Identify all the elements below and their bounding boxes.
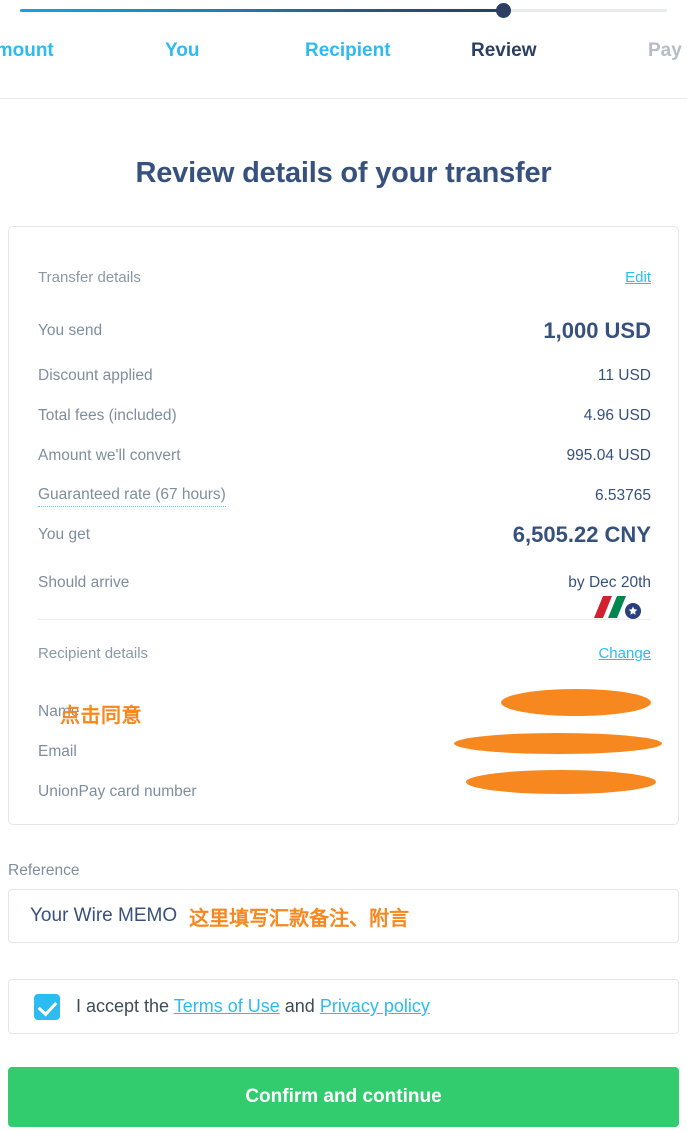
row-label: Amount we'll convert — [38, 447, 181, 464]
row-label: Email — [38, 743, 77, 760]
terms-middle: and — [279, 996, 320, 1016]
transfer-details-header: Transfer details Edit — [38, 266, 651, 288]
step-pay: Pay — [648, 40, 682, 61]
row-value: by Dec 20th — [568, 574, 651, 591]
confirm-and-continue-button[interactable]: Confirm and continue — [8, 1067, 679, 1127]
row-label: Total fees (included) — [38, 407, 177, 424]
step-amount[interactable]: Amount — [0, 38, 54, 64]
row-label: You get — [38, 526, 91, 543]
row-label: You send — [38, 322, 103, 339]
row-label: Discount applied — [38, 367, 153, 384]
terms-acceptance-row[interactable]: I accept the Terms of Use and Privacy po… — [8, 979, 679, 1034]
row-discount-applied: Discount applied 11 USD — [38, 364, 651, 388]
step-recipient[interactable]: Recipient — [305, 38, 391, 64]
row-value: 1,000 USD — [543, 318, 651, 343]
page-title: Review details of your transfer — [135, 157, 552, 189]
progress-track — [20, 9, 667, 12]
row-label: UnionPay card number — [38, 783, 197, 800]
guaranteed-rate-tooltip-label[interactable]: Guaranteed rate (67 hours) — [38, 486, 226, 507]
row-guaranteed-rate: Guaranteed rate (67 hours) 6.53765 — [38, 484, 651, 508]
row-value: 6.53765 — [594, 487, 651, 504]
row-you-get: You get 6,505.22 CNY — [38, 522, 651, 547]
privacy-policy-link[interactable]: Privacy policy — [320, 996, 430, 1016]
edit-link[interactable]: Edit — [625, 269, 651, 286]
reference-value: Your Wire MEMO — [30, 905, 178, 926]
row-should-arrive: Should arrive by Dec 20th — [38, 571, 651, 595]
row-value: 4.96 USD — [583, 407, 651, 424]
terms-of-use-link[interactable]: Terms of Use — [174, 996, 280, 1016]
step-review[interactable]: Review — [471, 38, 536, 64]
row-label: Should arrive — [38, 574, 130, 591]
redaction-name — [501, 689, 651, 716]
row-amount-converted: Amount we'll convert 995.04 USD — [38, 444, 651, 468]
reference-input[interactable]: Your Wire MEMO 这里填写汇款备注、附言 — [8, 889, 679, 943]
terms-prefix: I accept the — [76, 996, 174, 1016]
redaction-card — [466, 770, 656, 794]
row-value: 995.04 USD — [566, 447, 651, 464]
row-value: 6,505.22 CNY — [512, 522, 651, 547]
stepper-header: Amount You Recipient Review Pay — [0, 0, 687, 99]
annotation-reference-hint: 这里填写汇款备注、附言 — [189, 907, 410, 930]
accept-terms-checkbox[interactable] — [34, 993, 60, 1020]
redaction-email — [454, 733, 662, 754]
transfer-details-title: Transfer details — [38, 268, 141, 286]
change-link[interactable]: Change — [598, 645, 651, 662]
unionpay-logo-icon — [588, 594, 646, 620]
row-value: 11 USD — [597, 367, 651, 384]
progress-current-dot — [496, 3, 511, 18]
stepper-labels: Amount You Recipient Review Pay — [0, 38, 687, 72]
step-you[interactable]: You — [165, 38, 199, 64]
row-total-fees: Total fees (included) 4.96 USD — [38, 404, 651, 428]
row-you-send: You send 1,000 USD — [38, 318, 651, 343]
review-transfer-page: Amount You Recipient Review Pay Review d… — [0, 0, 687, 1131]
reference-label: Reference — [8, 862, 80, 879]
annotation-click-agree: 点击同意 — [60, 705, 142, 727]
card-divider — [38, 619, 651, 620]
terms-text: I accept the Terms of Use and Privacy po… — [76, 996, 430, 1017]
recipient-details-header: Recipient details Change — [38, 642, 651, 664]
progress-fill — [20, 9, 505, 12]
recipient-details-title: Recipient details — [38, 644, 149, 662]
